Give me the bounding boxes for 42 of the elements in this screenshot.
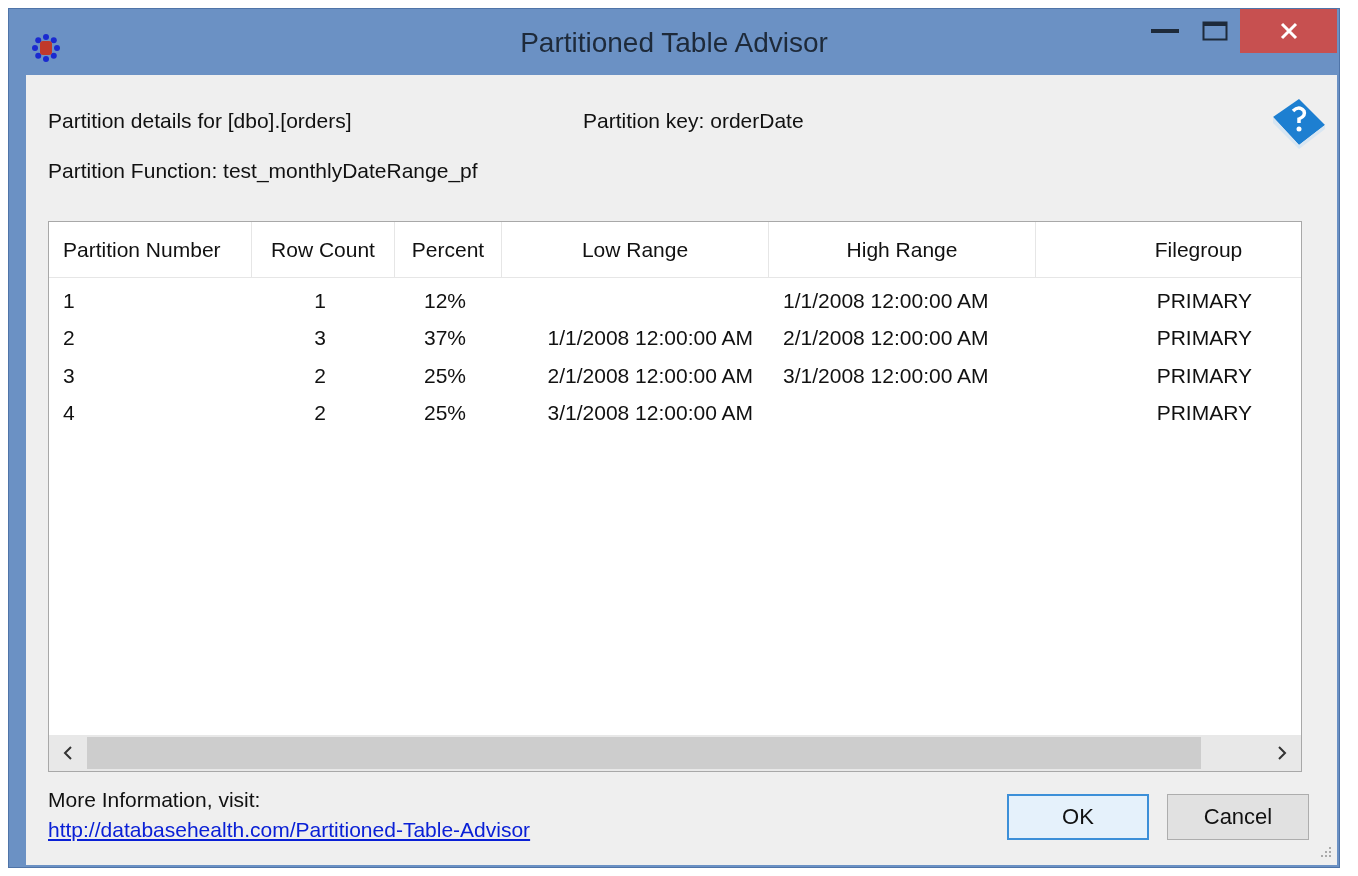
ok-button[interactable]: OK: [1007, 794, 1149, 840]
cancel-button[interactable]: Cancel: [1167, 794, 1309, 840]
close-button[interactable]: [1240, 9, 1337, 53]
column-header[interactable]: Low Range: [502, 222, 769, 277]
table-cell: PRIMARY: [1156, 326, 1252, 350]
column-header[interactable]: Row Count: [252, 222, 395, 277]
table-cell: 25%: [423, 363, 466, 387]
column-header[interactable]: Filegroup: [1036, 222, 1301, 277]
partition-key-label: Partition key: orderDate: [583, 109, 804, 133]
gear-icon: [31, 33, 61, 63]
table-cell: 12%: [423, 288, 466, 312]
column-header[interactable]: Percent: [395, 222, 502, 277]
column-header[interactable]: Partition Number: [49, 222, 252, 277]
website-link[interactable]: http://databasehealth.com/Partitioned-Table-Advisor: [48, 818, 531, 842]
table-cell: 1: [63, 288, 75, 312]
table-cell: 1: [314, 288, 326, 312]
table-cell: 3/1/2008 12:00:00 AM: [547, 401, 753, 425]
table-cell: 3: [63, 363, 75, 387]
table-cell: 1/1/2008 12:00:00 AM: [783, 288, 989, 312]
table-label: Partition details for [dbo].[orders]: [48, 109, 353, 133]
table-cell: PRIMARY: [1156, 288, 1252, 312]
table-cell: 3/1/2008 12:00:00 AM: [783, 363, 989, 387]
close-icon[interactable]: [1279, 22, 1298, 40]
window-title: Partitioned Table Advisor: [520, 27, 828, 58]
table-cell: 2: [63, 326, 75, 350]
table-cell: 25%: [423, 401, 466, 425]
more-info-text: More Information, visit:: [48, 788, 261, 812]
table-cell: 1/1/2008 12:00:00 AM: [547, 326, 753, 350]
column-header[interactable]: High Range: [769, 222, 1036, 277]
table-cell: PRIMARY: [1156, 363, 1252, 387]
horizontal-scrollbar[interactable]: [49, 735, 1301, 771]
maximize-icon[interactable]: [1202, 21, 1228, 41]
table-cell: 2: [314, 363, 326, 387]
table-cell: PRIMARY: [1156, 401, 1252, 425]
table-cell: 2/1/2008 12:00:00 AM: [783, 326, 989, 350]
scrollbar-thumb[interactable]: [87, 737, 1201, 769]
table-cell: 2: [314, 401, 326, 425]
table-cell: 2/1/2008 12:00:00 AM: [547, 363, 753, 387]
partition-function-label: Partition Function: test_monthlyDateRange_pf: [48, 159, 479, 183]
table-cell: 3: [314, 326, 326, 350]
table-cell: 37%: [423, 326, 466, 350]
table-cell: 4: [63, 401, 75, 425]
